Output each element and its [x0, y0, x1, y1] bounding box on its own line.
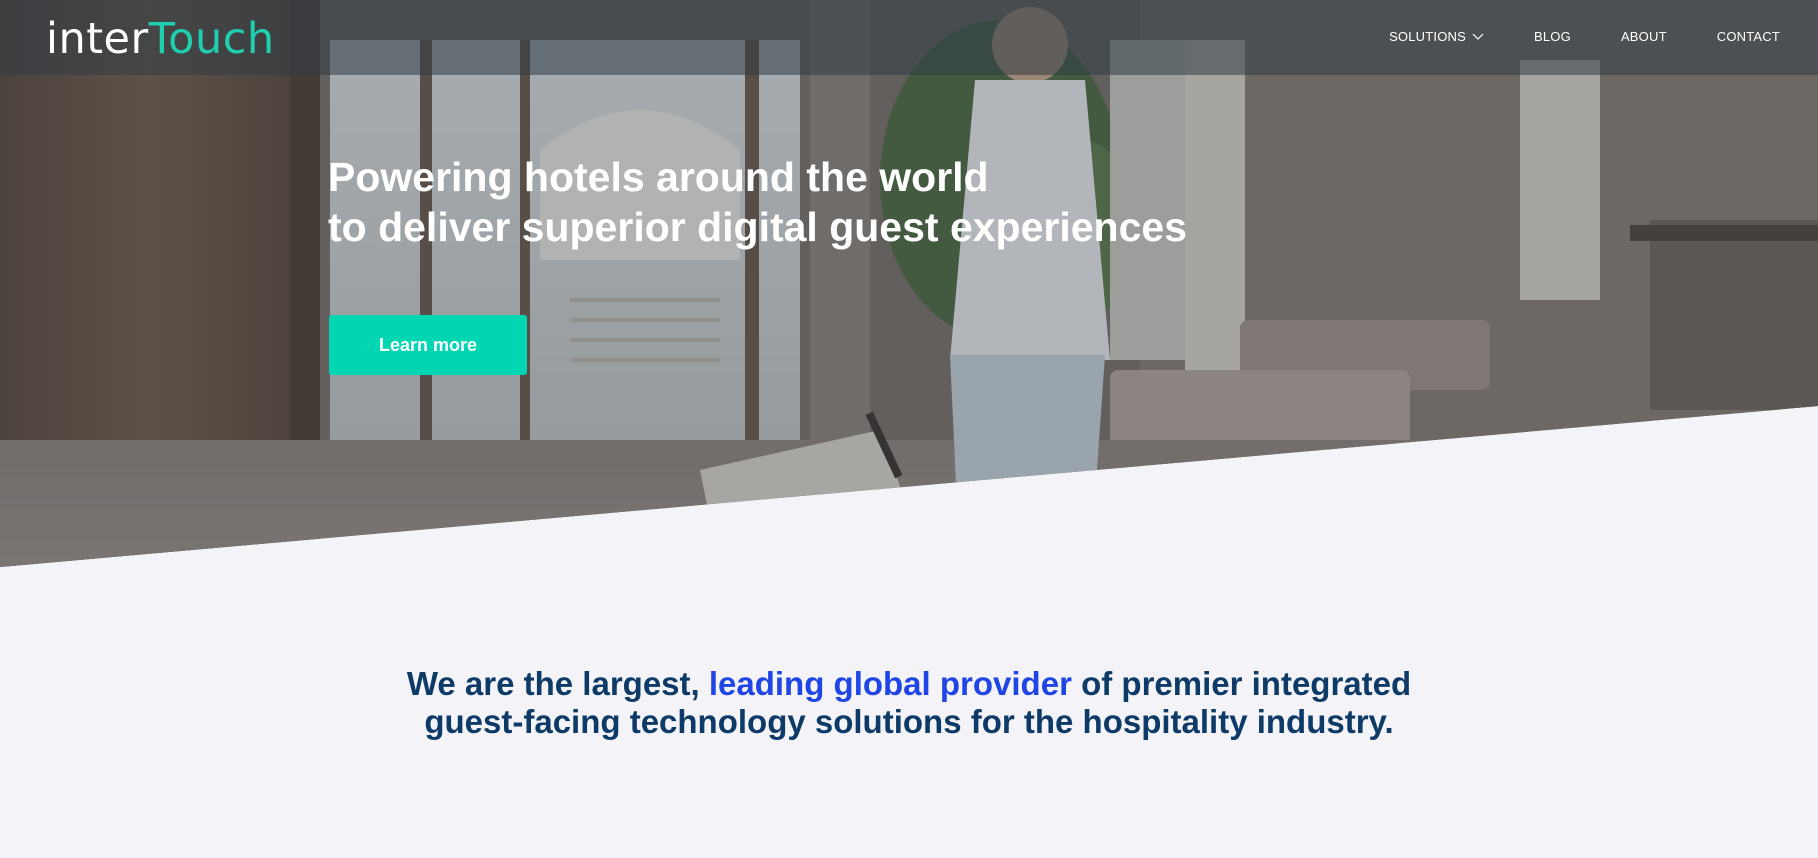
main-nav: SOLUTIONS BLOG ABOUT CONTACT [1389, 29, 1780, 45]
chevron-down-icon [1472, 33, 1484, 40]
nav-item-about-label: ABOUT [1620, 29, 1667, 44]
nav-item-contact-label: CONTACT [1716, 29, 1780, 44]
intro-text-line-2: guest-facing technology solutions for th… [424, 703, 1394, 740]
nav-item-solutions-label: SOLUTIONS [1389, 29, 1466, 44]
hero-overlay [0, 0, 1818, 567]
logo-text-inter: inter [46, 14, 149, 64]
page: interTouch SOLUTIONS BLOG ABOUT CONTACT … [0, 0, 1818, 858]
nav-item-solutions[interactable]: SOLUTIONS [1389, 29, 1484, 45]
hero-title: Powering hotels around the world to deli… [328, 152, 1187, 252]
nav-item-about[interactable]: ABOUT [1621, 29, 1667, 45]
logo-text-touch: Touch [148, 14, 275, 64]
nav-item-blog[interactable]: BLOG [1534, 29, 1571, 45]
nav-item-contact[interactable]: CONTACT [1717, 29, 1780, 45]
hero-section [0, 0, 1818, 567]
intro-statement: We are the largest, leading global provi… [0, 665, 1818, 741]
intertouch-logo[interactable]: interTouch [46, 14, 275, 64]
intro-text-before: We are the largest, [406, 665, 709, 702]
hero-title-line-1: Powering hotels around the world [328, 154, 989, 200]
nav-item-blog-label: BLOG [1534, 29, 1571, 44]
hero-title-line-2: to deliver superior digital guest experi… [328, 204, 1187, 250]
intro-highlight: leading global provider [708, 665, 1072, 702]
top-navigation-bar: interTouch SOLUTIONS BLOG ABOUT CONTACT [0, 0, 1818, 75]
learn-more-button[interactable]: Learn more [329, 315, 527, 375]
intro-text-after: of premier integrated [1071, 665, 1412, 702]
